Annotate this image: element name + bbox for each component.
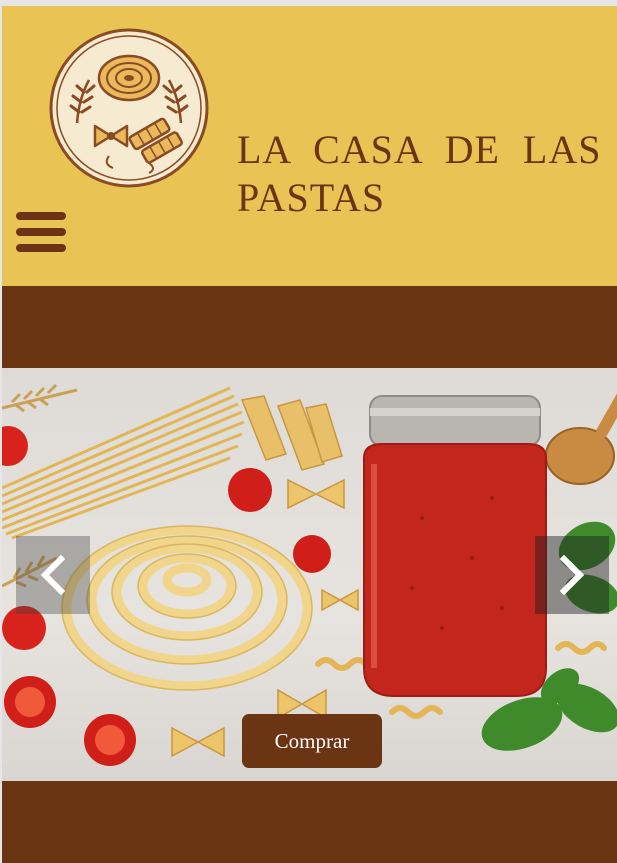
carousel-next-button[interactable] (535, 536, 609, 614)
pasta-logo-icon (49, 28, 209, 188)
brown-band-bottom (2, 781, 617, 863)
site-title-line-2: PASTAS (237, 175, 386, 220)
brown-band-top (2, 286, 617, 368)
chevron-right-icon (559, 555, 585, 595)
site-header: LA CASA DE LAS PASTAS (2, 6, 617, 286)
hero-carousel: Comprar (2, 368, 617, 781)
site-title: LA CASA DE LAS PASTAS (237, 126, 617, 222)
menu-bar (16, 228, 66, 236)
page: LA CASA DE LAS PASTAS Comprar (2, 6, 617, 863)
site-title-line-1: LA CASA DE LAS (237, 127, 602, 172)
carousel-prev-button[interactable] (16, 536, 90, 614)
buy-button[interactable]: Comprar (242, 714, 382, 768)
hamburger-menu-icon[interactable] (16, 212, 68, 258)
chevron-left-icon (40, 555, 66, 595)
menu-bar (16, 212, 66, 220)
menu-bar (16, 244, 66, 252)
